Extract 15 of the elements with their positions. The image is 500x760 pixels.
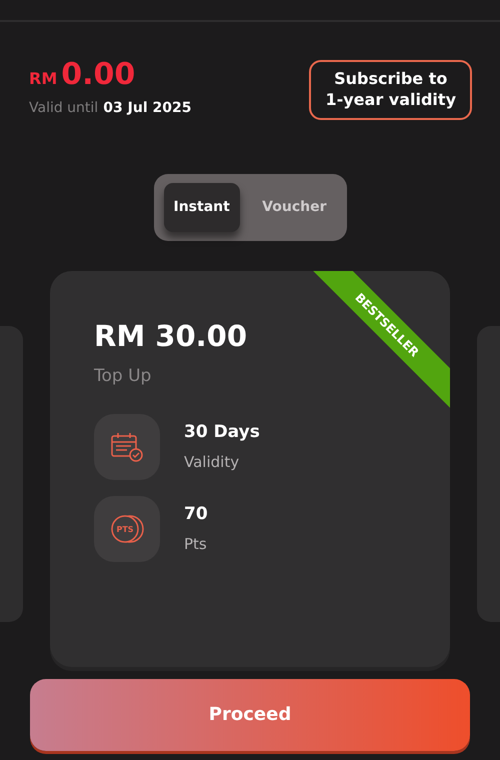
tab[interactable]: Instant — [164, 182, 240, 232]
calendar-icon — [111, 432, 143, 462]
subscribe-button[interactable]: Subscribe to 1-year validity — [309, 60, 472, 120]
proceed-button[interactable]: Proceed — [30, 678, 470, 751]
feature-label: Validity — [184, 452, 240, 474]
balance-amount: 0.00 — [61, 60, 136, 90]
valid-until-label: Valid until — [29, 100, 98, 116]
valid-date: 03 Jul 2025 — [103, 100, 192, 116]
plan-type: Top Up — [94, 365, 152, 388]
feature-value: 30 Days — [184, 420, 260, 444]
feature-value: 70 — [184, 502, 208, 526]
tab[interactable]: Voucher — [252, 182, 336, 232]
plan-price: RM 30.00 — [94, 318, 248, 355]
currency-label: RM — [29, 68, 58, 90]
feature-label: Pts — [184, 534, 208, 556]
